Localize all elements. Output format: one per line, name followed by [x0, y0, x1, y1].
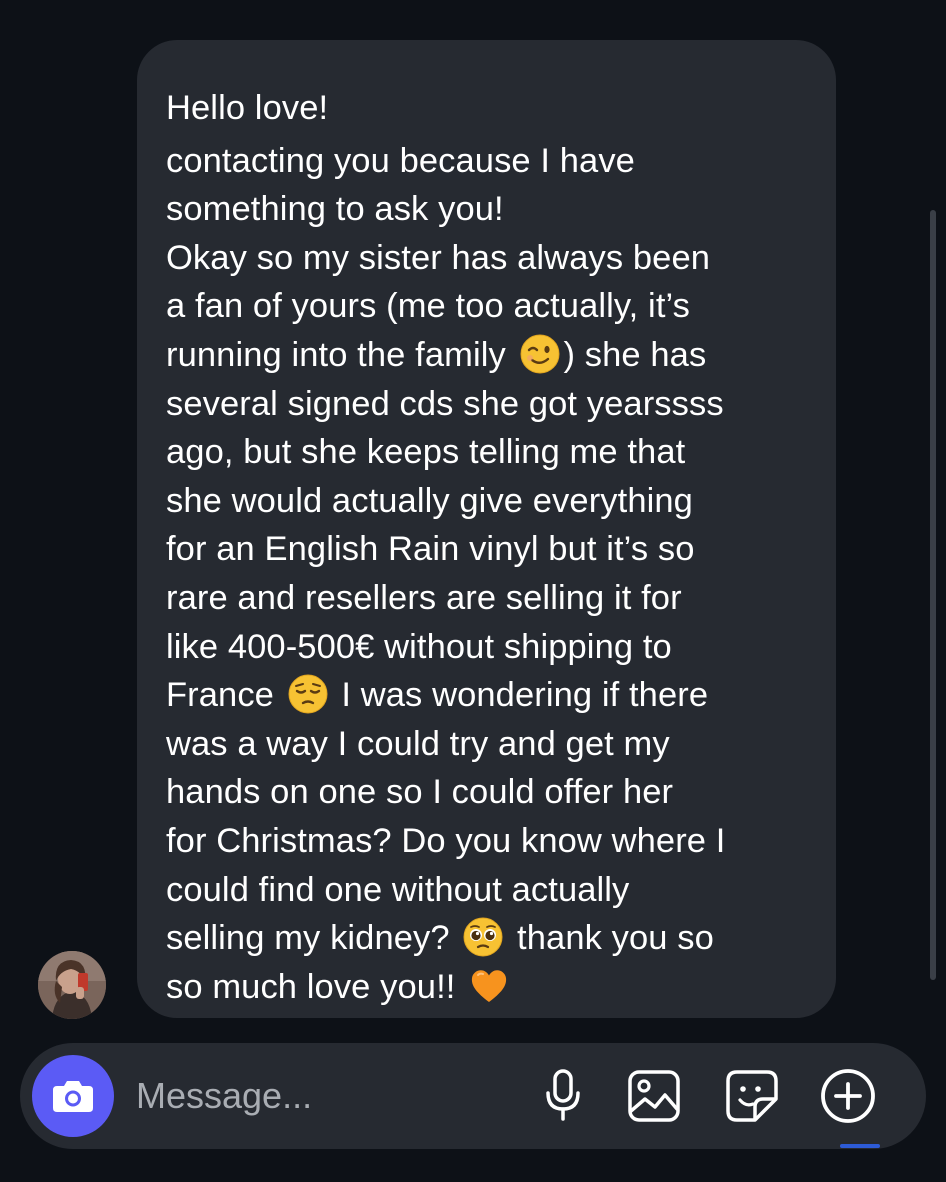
message-line: rare and resellers are selling it for	[166, 578, 682, 617]
profile-photo-icon	[38, 951, 106, 1019]
sticker-icon	[726, 1070, 778, 1122]
winking-face-emoji	[520, 334, 560, 374]
message-bubble[interactable]: Hello love! contacting you because I hav…	[137, 40, 836, 1018]
message-line: could find one without actually	[166, 870, 630, 909]
pensive-face-emoji	[288, 674, 328, 714]
microphone-button[interactable]	[535, 1068, 591, 1124]
message-line: so much love you!!	[166, 963, 806, 1012]
gallery-button[interactable]	[626, 1068, 682, 1124]
message-line-text: thank you so	[507, 919, 714, 958]
message-line: France I was wondering if there	[166, 671, 806, 720]
sender-avatar[interactable]	[38, 951, 106, 1019]
microphone-icon	[546, 1069, 580, 1121]
message-line-text: running into the family	[166, 335, 516, 374]
message-line: contacting you because I have	[166, 141, 635, 180]
message-composer	[20, 1043, 926, 1149]
message-line: like 400-500€ without shipping to	[166, 627, 672, 666]
message-line-text: France	[166, 676, 284, 715]
camera-icon	[53, 1081, 93, 1112]
orange-heart-emoji	[469, 966, 509, 1006]
message-line: several signed cds she got yearssss	[166, 384, 724, 423]
sticker-button[interactable]	[724, 1068, 780, 1124]
message-line: Hello love!	[166, 89, 329, 127]
more-options-button[interactable]	[820, 1068, 876, 1124]
scrollbar[interactable]	[930, 210, 936, 980]
message-line: was a way I could try and get my	[166, 724, 670, 763]
message-line: Okay so my sister has always been	[166, 238, 711, 277]
message-line-text: I was wondering if there	[331, 676, 709, 715]
message-line: a fan of yours (me too actually, it’s	[166, 287, 690, 326]
pleading-face-emoji	[463, 917, 503, 957]
message-line: running into the family ) she has	[166, 331, 806, 380]
message-line-text: selling my kidney?	[166, 919, 460, 958]
camera-button[interactable]	[32, 1055, 114, 1137]
message-line-text: so much love you!!	[166, 967, 466, 1006]
image-gallery-icon	[628, 1070, 680, 1122]
message-line: for Christmas? Do you know where I	[166, 821, 726, 860]
plus-circle-icon	[821, 1069, 875, 1123]
message-line: hands on one so I could offer her	[166, 773, 674, 812]
message-line: ago, but she keeps telling me that	[166, 433, 686, 472]
message-line: she would actually give everything	[166, 481, 693, 520]
composer-accent	[840, 1144, 880, 1148]
chat-thread: Hello love! contacting you because I hav…	[0, 0, 946, 1035]
message-line: for an English Rain vinyl but it’s so	[166, 530, 695, 569]
message-line-text: ) she has	[563, 335, 707, 374]
message-line: something to ask you!	[166, 190, 504, 229]
message-input[interactable]	[136, 1071, 516, 1121]
message-line: selling my kidney? thank you so	[166, 914, 806, 963]
